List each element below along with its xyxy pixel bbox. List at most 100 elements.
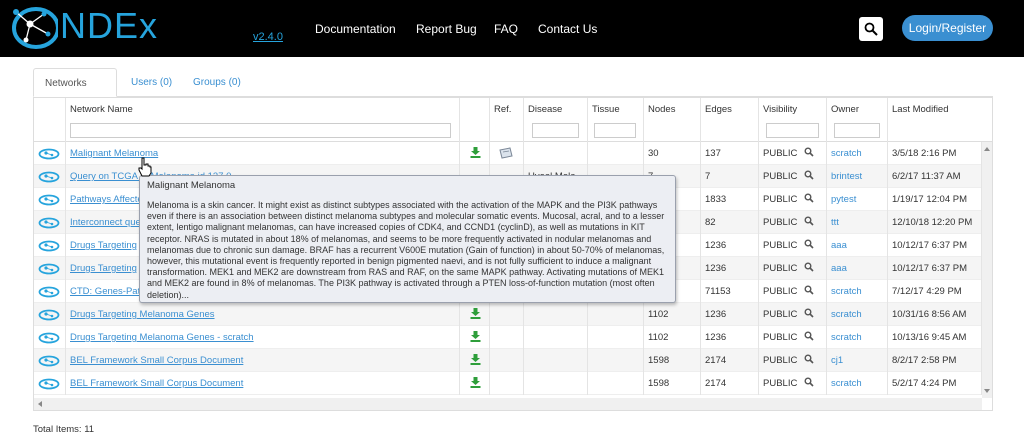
- network-name-link[interactable]: Interconnect que: [70, 217, 141, 228]
- tab-networks[interactable]: Networks (11): [33, 68, 117, 118]
- table-header: Network Name Ref. Disease Tissue Nodes E…: [34, 98, 992, 142]
- login-register-button[interactable]: Login/Register: [902, 15, 993, 41]
- scroll-down-icon[interactable]: [982, 387, 992, 395]
- header-disease[interactable]: Disease: [524, 98, 588, 142]
- search-icon[interactable]: [804, 239, 814, 249]
- owner-link[interactable]: aaa: [831, 263, 847, 274]
- owner-link[interactable]: brintest: [831, 171, 862, 182]
- network-icon: [34, 280, 66, 303]
- owner-link[interactable]: aaa: [831, 240, 847, 251]
- tab-users[interactable]: Users (0): [120, 68, 183, 97]
- network-name-link[interactable]: BEL Framework Small Corpus Document: [70, 378, 243, 389]
- nav-documentation[interactable]: Documentation: [315, 22, 396, 36]
- owner-link[interactable]: scratch: [831, 309, 862, 320]
- header-nodes[interactable]: Nodes: [644, 98, 701, 142]
- download-icon[interactable]: [470, 308, 481, 319]
- ndex-logo-icon[interactable]: [8, 4, 58, 52]
- network-icon[interactable]: [38, 309, 60, 321]
- edges-cell: 1833: [701, 188, 759, 211]
- network-icon[interactable]: [38, 148, 60, 160]
- reference-icon[interactable]: [498, 147, 514, 159]
- download-button[interactable]: [460, 142, 490, 165]
- download-icon[interactable]: [470, 354, 481, 365]
- network-name-link[interactable]: BEL Framework Small Corpus Document: [70, 355, 243, 366]
- search-icon[interactable]: [804, 377, 814, 387]
- owner-link[interactable]: ttt: [831, 217, 839, 228]
- search-icon[interactable]: [804, 308, 814, 318]
- scroll-up-icon[interactable]: [982, 145, 992, 153]
- table-row[interactable]: Drugs Targeting Melanoma Genes - scratch…: [34, 326, 982, 349]
- network-icon: [34, 257, 66, 280]
- nav-faq[interactable]: FAQ: [494, 22, 518, 36]
- version-link[interactable]: v2.4.0: [253, 31, 283, 43]
- header-last-modified[interactable]: Last Modified: [888, 98, 992, 142]
- header-edges[interactable]: Edges: [701, 98, 759, 142]
- network-icon[interactable]: [38, 286, 60, 298]
- search-icon[interactable]: [804, 216, 814, 226]
- network-name-link[interactable]: CTD: Genes-Path: [70, 286, 146, 297]
- header-network-name[interactable]: Network Name: [66, 98, 460, 142]
- owner-filter[interactable]: [834, 123, 880, 138]
- owner-link[interactable]: scratch: [831, 332, 862, 343]
- tissue-filter[interactable]: [594, 123, 636, 138]
- download-button[interactable]: [460, 372, 490, 395]
- network-icon[interactable]: [38, 263, 60, 275]
- owner-link[interactable]: scratch: [831, 148, 862, 159]
- search-button[interactable]: [859, 17, 883, 41]
- header-tissue[interactable]: Tissue: [588, 98, 644, 142]
- network-icon[interactable]: [38, 240, 60, 252]
- table-row[interactable]: Drugs Targeting Melanoma Genes 1102 1236 PU…: [34, 303, 982, 326]
- nav-report-bug[interactable]: Report Bug: [416, 22, 477, 36]
- search-icon[interactable]: [804, 170, 814, 180]
- disease-filter[interactable]: [532, 123, 579, 138]
- nav-contact-us[interactable]: Contact Us: [538, 22, 597, 36]
- network-name-filter[interactable]: [70, 123, 451, 138]
- horizontal-scrollbar[interactable]: [34, 398, 982, 410]
- owner-link[interactable]: cj1: [831, 355, 843, 366]
- download-icon[interactable]: [470, 377, 481, 388]
- header-owner[interactable]: Owner: [827, 98, 888, 142]
- search-icon[interactable]: [804, 147, 814, 157]
- search-icon[interactable]: [804, 354, 814, 364]
- download-button[interactable]: [460, 349, 490, 372]
- network-name-link[interactable]: Drugs Targeting: [70, 263, 137, 274]
- network-icon[interactable]: [38, 355, 60, 367]
- table-row[interactable]: BEL Framework Small Corpus Document 1598 2…: [34, 349, 982, 372]
- owner-cell: scratch: [827, 326, 888, 349]
- network-icon[interactable]: [38, 332, 60, 344]
- download-icon[interactable]: [470, 331, 481, 342]
- network-icon[interactable]: [38, 217, 60, 229]
- download-button[interactable]: [460, 326, 490, 349]
- visibility-cell: PUBLIC: [759, 326, 827, 349]
- modified-cell: 10/12/17 6:37 PM: [888, 234, 982, 257]
- visibility-cell: PUBLIC: [759, 234, 827, 257]
- search-icon[interactable]: [804, 331, 814, 341]
- visibility-filter[interactable]: [766, 123, 819, 138]
- search-icon[interactable]: [804, 193, 814, 203]
- visibility-cell: PUBLIC: [759, 372, 827, 395]
- header-visibility[interactable]: Visibility: [759, 98, 827, 142]
- download-button[interactable]: [460, 303, 490, 326]
- search-icon[interactable]: [804, 262, 814, 272]
- owner-link[interactable]: pytest: [831, 194, 856, 205]
- network-name-link[interactable]: Drugs Targeting: [70, 240, 137, 251]
- owner-link[interactable]: scratch: [831, 378, 862, 389]
- network-name-link[interactable]: Pathways Affecte: [70, 194, 143, 205]
- tab-groups[interactable]: Groups (0): [182, 68, 252, 97]
- logo-text[interactable]: NDEx: [60, 6, 158, 46]
- reference-cell: [490, 303, 524, 326]
- owner-link[interactable]: scratch: [831, 286, 862, 297]
- table-row[interactable]: Malignant Melanoma 30 137 PUBLIC scratch 3/5/…: [34, 142, 982, 165]
- scroll-left-icon[interactable]: [36, 398, 44, 410]
- network-name-link[interactable]: Drugs Targeting Melanoma Genes: [70, 309, 215, 320]
- vertical-scrollbar[interactable]: [982, 142, 992, 398]
- download-icon[interactable]: [470, 147, 481, 158]
- network-icon[interactable]: [38, 378, 60, 390]
- network-icon[interactable]: [38, 171, 60, 183]
- nodes-value: 1102: [648, 332, 669, 343]
- network-icon[interactable]: [38, 194, 60, 206]
- network-name-link[interactable]: Drugs Targeting Melanoma Genes - scratch: [70, 332, 254, 343]
- header-ref[interactable]: Ref.: [490, 98, 524, 142]
- search-icon[interactable]: [804, 285, 814, 295]
- table-row[interactable]: BEL Framework Small Corpus Document 1598 2…: [34, 372, 982, 395]
